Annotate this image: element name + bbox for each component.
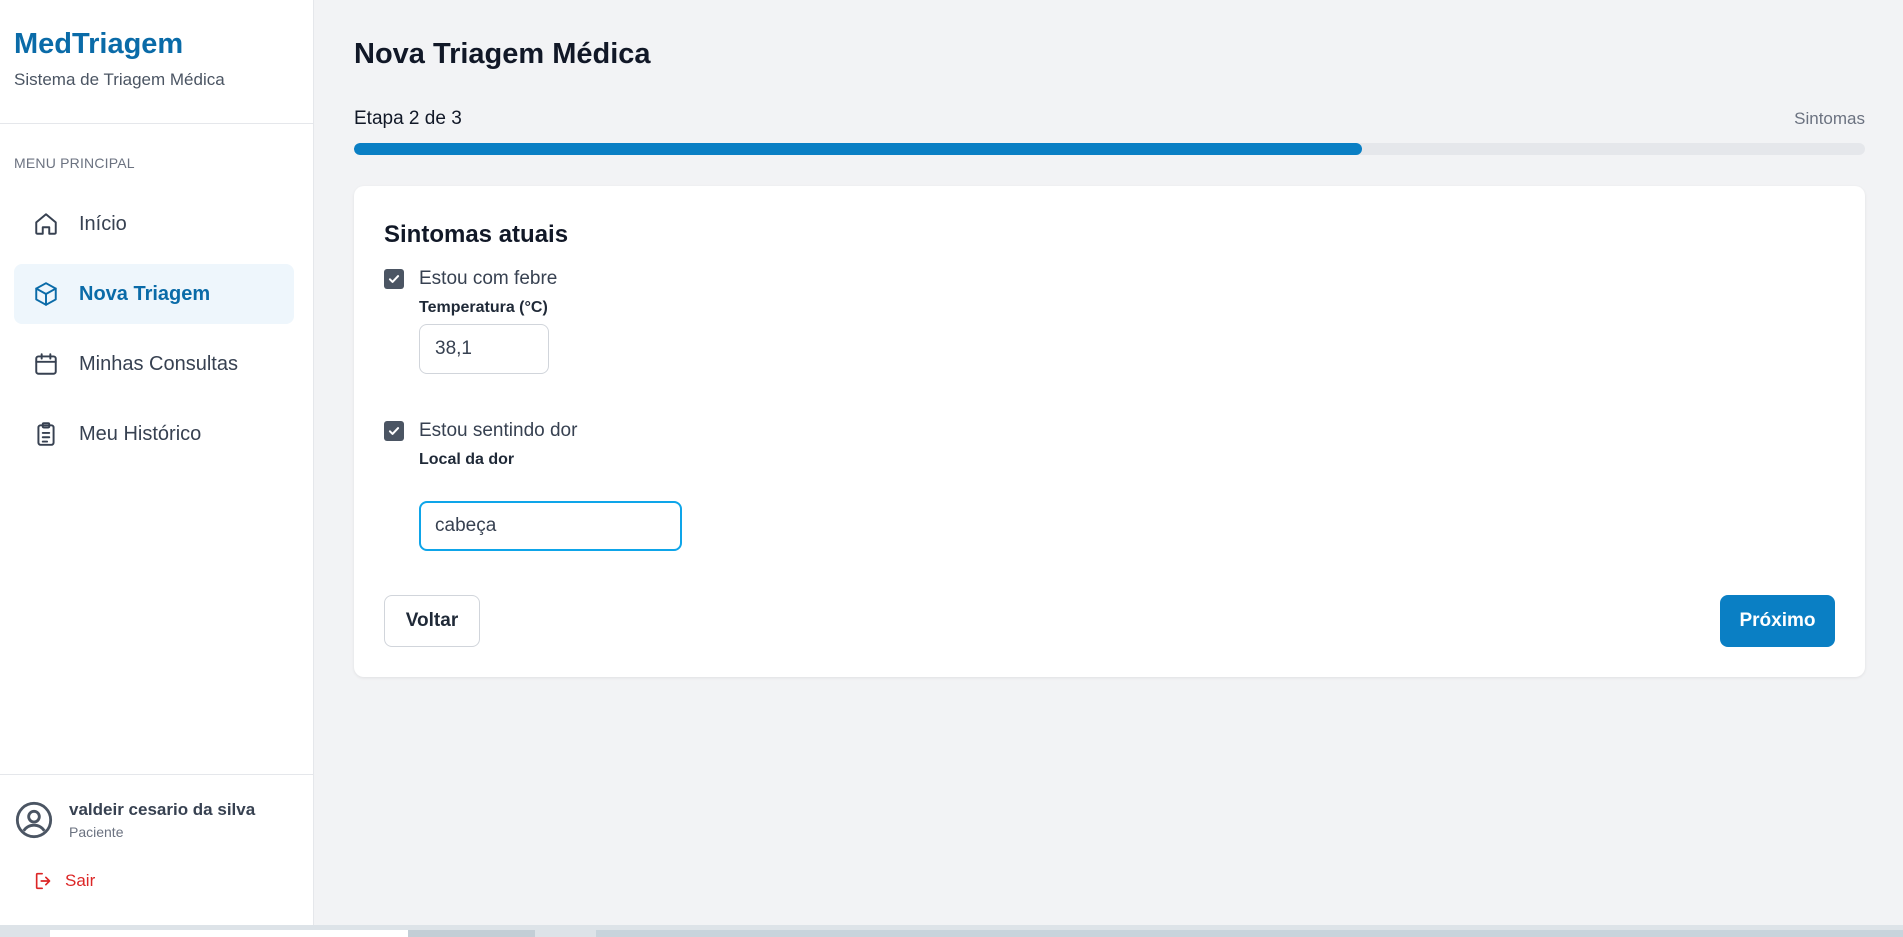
logout-label: Sair	[65, 871, 96, 890]
sidebar-item-label: Nova Triagem	[79, 282, 211, 305]
page-title: Nova Triagem Médica	[354, 38, 651, 70]
user-panel: valdeir cesario da silva Paciente Sair	[0, 774, 313, 926]
progress-bar	[354, 143, 1865, 155]
user-name: valdeir cesario da silva	[69, 800, 256, 819]
home-icon	[35, 213, 57, 235]
pain-location-label: Local da dor	[419, 451, 515, 468]
pain-location-input[interactable]	[419, 501, 682, 551]
fever-checkbox-label: Estou com febre	[419, 268, 558, 289]
menu-section-label: MENU PRINCIPAL	[14, 155, 135, 171]
temperature-input[interactable]	[419, 324, 549, 374]
sidebar-item-label: Minhas Consultas	[79, 352, 238, 375]
checkmark-icon	[388, 427, 400, 435]
next-button[interactable]: Próximo	[1720, 595, 1835, 647]
pain-checkbox-row[interactable]: Estou sentindo dor	[384, 420, 577, 442]
logout-button[interactable]: Sair	[33, 870, 95, 892]
fever-checkbox[interactable]	[384, 269, 404, 289]
user-role: Paciente	[69, 824, 124, 840]
sidebar-item-meu-historico[interactable]: Meu Histórico	[14, 404, 294, 464]
sidebar-item-label: Meu Histórico	[79, 422, 202, 445]
taskbar	[0, 925, 1903, 937]
calendar-icon	[35, 353, 57, 375]
sidebar-item-inicio[interactable]: Início	[14, 194, 294, 254]
brand-subtitle: Sistema de Triagem Médica	[14, 70, 225, 89]
logout-icon	[35, 872, 51, 890]
pain-checkbox[interactable]	[384, 421, 404, 441]
sidebar-item-label: Início	[79, 212, 127, 235]
fever-checkbox-row[interactable]: Estou com febre	[384, 268, 557, 290]
symptoms-card: Sintomas atuais Estou com febre Temperat…	[354, 186, 1865, 677]
temperature-label: Temperatura (°C)	[419, 299, 548, 316]
sidebar-nav: Início Nova Triagem Minhas Consultas Meu…	[14, 194, 294, 474]
brand-title: MedTriagem	[14, 28, 184, 60]
taskbar-segment	[50, 930, 408, 937]
sidebar: MedTriagem Sistema de Triagem Médica MEN…	[0, 0, 314, 925]
sidebar-item-nova-triagem[interactable]: Nova Triagem	[14, 264, 294, 324]
card-title: Sintomas atuais	[384, 221, 569, 248]
step-name: Sintomas	[1794, 109, 1865, 128]
cube-icon	[35, 282, 57, 306]
brand: MedTriagem Sistema de Triagem Médica	[0, 0, 313, 124]
back-button[interactable]: Voltar	[384, 595, 480, 647]
user-circle-icon	[15, 801, 53, 839]
taskbar-segment	[408, 930, 535, 937]
taskbar-segment	[596, 930, 1903, 937]
progress-bar-fill	[354, 143, 1362, 155]
checkmark-icon	[388, 275, 400, 283]
sidebar-item-minhas-consultas[interactable]: Minhas Consultas	[14, 334, 294, 394]
clipboard-icon	[37, 422, 55, 446]
pain-checkbox-label: Estou sentindo dor	[419, 420, 578, 441]
step-indicator: Etapa 2 de 3	[354, 108, 462, 129]
